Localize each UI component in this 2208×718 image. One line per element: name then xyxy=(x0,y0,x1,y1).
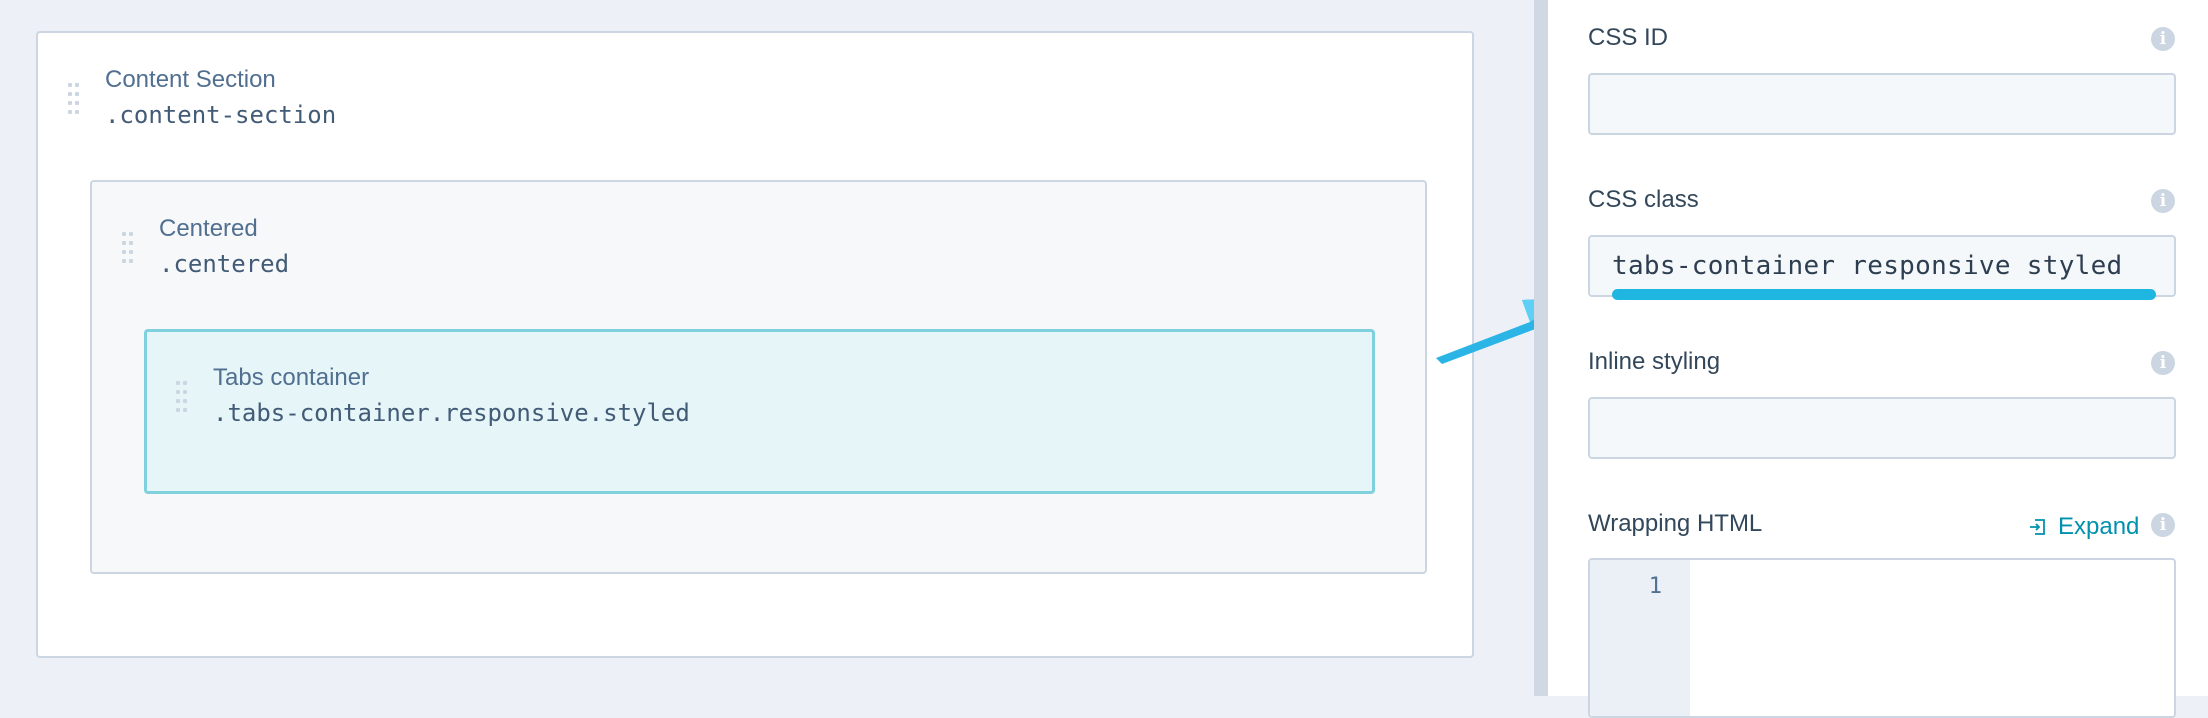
module-label: Centered xyxy=(159,215,258,242)
css-class-label: CSS class xyxy=(1588,186,1699,213)
info-icon[interactable]: i xyxy=(2151,189,2175,213)
module-class-name: .content-section xyxy=(105,101,337,129)
info-icon[interactable]: i xyxy=(2151,351,2175,375)
expand-button[interactable]: Expand xyxy=(2028,511,2139,543)
inline-styling-input[interactable] xyxy=(1588,397,2176,459)
info-icon[interactable]: i xyxy=(2151,513,2175,537)
module-label: Tabs container xyxy=(213,364,370,391)
info-icon[interactable]: i xyxy=(2151,27,2175,51)
layout-canvas: Content Section .content-section Centere… xyxy=(0,0,1566,696)
line-number: 1 xyxy=(1648,574,1662,599)
expand-label: Expand xyxy=(2058,513,2140,540)
wrapping-html-label: Wrapping HTML xyxy=(1588,510,1763,537)
drag-handle-icon[interactable] xyxy=(68,83,80,114)
css-id-input[interactable] xyxy=(1588,73,2176,135)
wrapping-html-editor[interactable]: 1 xyxy=(1588,558,2176,718)
drag-handle-icon[interactable] xyxy=(122,232,134,263)
module-class-name: .centered xyxy=(159,250,290,278)
line-gutter: 1 xyxy=(1590,560,1690,716)
module-centered[interactable]: Centered .centered Tabs container .tabs-… xyxy=(90,180,1427,574)
drag-handle-icon[interactable] xyxy=(176,381,188,412)
inline-styling-label: Inline styling xyxy=(1588,348,1721,375)
module-tabs-container[interactable]: Tabs container .tabs-container.responsiv… xyxy=(144,329,1375,494)
expand-icon xyxy=(2030,519,2045,535)
module-class-name: .tabs-container.responsive.styled xyxy=(213,399,690,427)
module-label: Content Section xyxy=(105,66,276,93)
css-class-input[interactable]: tabs-container responsive styled xyxy=(1588,235,2176,297)
highlight-underline xyxy=(1612,289,2156,300)
module-content-section[interactable]: Content Section .content-section Centere… xyxy=(36,31,1474,658)
module-settings-panel: CSS ID i CSS class i tabs-container resp… xyxy=(1548,0,2208,718)
panel-divider[interactable] xyxy=(1534,0,1548,696)
css-id-label: CSS ID xyxy=(1588,24,1669,51)
